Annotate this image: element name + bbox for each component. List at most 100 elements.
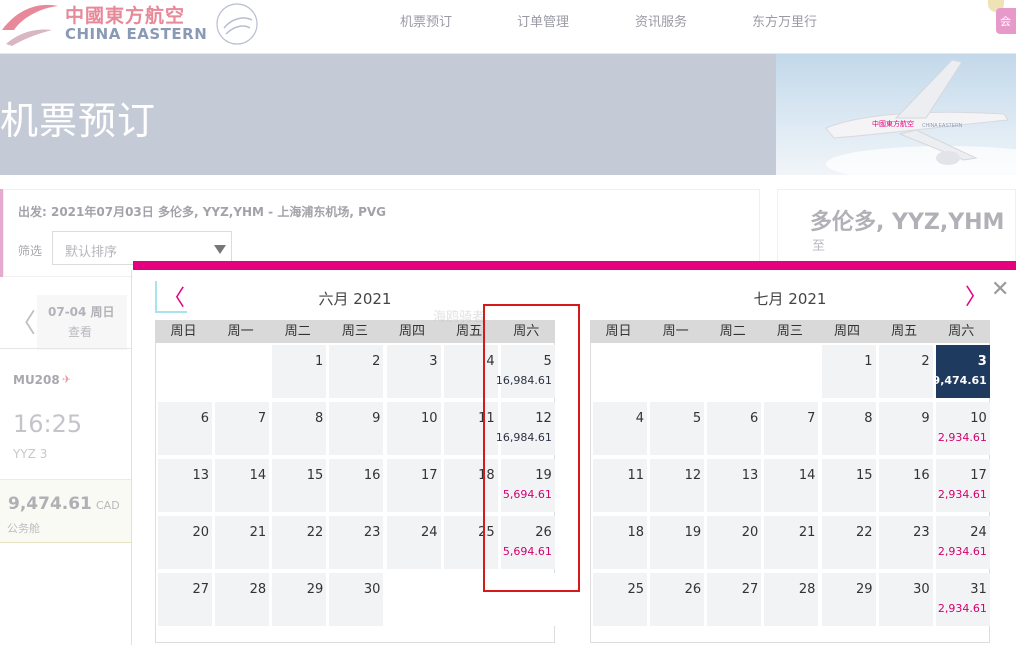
calendar-day-18[interactable]: 18 xyxy=(593,516,647,569)
calendar-day-1[interactable]: 1 xyxy=(272,345,327,398)
day-number: 9 xyxy=(372,411,381,426)
swallow-logo-icon xyxy=(2,4,58,46)
divider xyxy=(0,348,131,349)
calendar-day-6[interactable]: 6 xyxy=(158,402,212,455)
day-grid: 1 2 3 9,474.61 4 5 6 7 8 9 10 2,934.61 11 12 13 14 15 16 1… xyxy=(590,343,990,643)
calendar-day-23[interactable]: 23 xyxy=(329,516,384,569)
day-number: 10 xyxy=(421,411,438,426)
calendar-day-30[interactable]: 30 xyxy=(329,573,384,626)
calendar-day-16[interactable]: 16 xyxy=(329,459,384,512)
calendar-day-29[interactable]: 29 xyxy=(821,573,876,626)
calendar-day-4[interactable]: 4 xyxy=(593,402,647,455)
calendar-day-30[interactable]: 30 xyxy=(878,573,933,626)
day-number: 24 xyxy=(970,525,987,540)
close-icon[interactable]: ✕ xyxy=(991,277,1009,302)
calendar-day-20[interactable]: 20 xyxy=(158,516,212,569)
calendar-day-22[interactable]: 22 xyxy=(821,516,876,569)
calendar-empty-cell xyxy=(215,345,270,398)
calendar-day-17[interactable]: 17 xyxy=(386,459,441,512)
calendar-day-13[interactable]: 13 xyxy=(707,459,762,512)
calendar-day-14[interactable]: 14 xyxy=(215,459,270,512)
day-number: 22 xyxy=(856,525,873,540)
calendar-day-24[interactable]: 24 xyxy=(386,516,441,569)
day-number: 2 xyxy=(372,354,381,369)
calendar-day-21[interactable]: 21 xyxy=(764,516,819,569)
calendar-day-14[interactable]: 14 xyxy=(764,459,819,512)
calendar-day-5[interactable]: 5 xyxy=(650,402,705,455)
calendar-day-8[interactable]: 8 xyxy=(821,402,876,455)
calendar-day-3[interactable]: 3 9,474.61 xyxy=(933,345,990,398)
nav-order-management[interactable]: 订单管理 xyxy=(517,11,569,30)
weekday-label: 周二 xyxy=(719,324,746,339)
main-nav: 机票预订 订单管理 资讯服务 东方万里行 xyxy=(400,11,882,30)
calendar-day-25[interactable]: 25 xyxy=(593,573,647,626)
calendar-day-6[interactable]: 6 xyxy=(707,402,762,455)
calendar-day-8[interactable]: 8 xyxy=(272,402,327,455)
date-tab[interactable]: 07-04 周日 查看 xyxy=(37,295,127,350)
calendar-day-10[interactable]: 10 xyxy=(386,402,441,455)
day-number: 13 xyxy=(192,468,209,483)
to-label: 至 xyxy=(812,239,826,254)
chevron-down-icon xyxy=(214,245,226,254)
calendar-day-31[interactable]: 31 2,934.61 xyxy=(935,573,990,626)
calendar-day-27[interactable]: 27 xyxy=(158,573,212,626)
day-fare: 2,934.61 xyxy=(937,431,987,444)
departure-time: 16:25 xyxy=(13,410,83,438)
day-number: 29 xyxy=(306,582,324,597)
nav-info-services[interactable]: 资讯服务 xyxy=(635,11,687,30)
day-fare: 2,934.61 xyxy=(937,488,987,501)
weekday-label: 周一 xyxy=(227,324,254,339)
calendar-day-15[interactable]: 15 xyxy=(821,459,876,512)
calendar-day-21[interactable]: 21 xyxy=(215,516,270,569)
calendar-empty-cell xyxy=(386,573,441,626)
day-number: 1 xyxy=(314,354,324,369)
calendar-day-9[interactable]: 9 xyxy=(329,402,384,455)
calendar-day-24[interactable]: 24 2,934.61 xyxy=(935,516,990,569)
weekday-header: 周日 周一 周二 周三 周四 周五 周六 xyxy=(590,320,990,343)
sort-select[interactable]: 默认排序 xyxy=(52,231,232,265)
nav-flight-booking[interactable]: 机票预订 xyxy=(400,11,452,30)
calendar-day-26[interactable]: 26 xyxy=(650,573,705,626)
calendar-day-2[interactable]: 2 xyxy=(878,345,933,398)
calendar-day-27[interactable]: 27 xyxy=(707,573,762,626)
calendar-day-7[interactable]: 7 xyxy=(215,402,270,455)
calendar-day-15[interactable]: 15 xyxy=(272,459,327,512)
calendar-day-28[interactable]: 28 xyxy=(215,573,270,626)
calendar-day-10[interactable]: 10 2,934.61 xyxy=(935,402,990,455)
prev-date-arrow-icon[interactable]: 〈 xyxy=(10,303,36,340)
calendar-day-22[interactable]: 22 xyxy=(272,516,327,569)
svg-text:CHINA EASTERN: CHINA EASTERN xyxy=(922,123,963,129)
calendar-day-23[interactable]: 23 xyxy=(878,516,933,569)
calendar-day-7[interactable]: 7 xyxy=(764,402,819,455)
logo-chinese-text: 中國東方航空 xyxy=(65,5,186,27)
day-number: 8 xyxy=(314,411,324,426)
calendar-day-3[interactable]: 3 xyxy=(386,345,441,398)
calendar-day-1[interactable]: 1 xyxy=(821,345,876,398)
fare-price-row[interactable]: 9,474.61 CAD 公务舱 xyxy=(0,479,131,543)
calendar-day-16[interactable]: 16 xyxy=(878,459,933,512)
calendar-day-13[interactable]: 13 xyxy=(158,459,212,512)
china-eastern-logo[interactable]: 中國東方航空 CHINA EASTERN xyxy=(0,0,270,50)
calendar-day-20[interactable]: 20 xyxy=(707,516,762,569)
day-number: 20 xyxy=(192,525,209,540)
day-number: 19 xyxy=(684,525,702,540)
calendar-day-2[interactable]: 2 xyxy=(329,345,384,398)
date-tab-date: 07-04 周日 xyxy=(48,305,115,319)
airline-swallow-icon: ✈ xyxy=(62,373,72,386)
calendar-day-19[interactable]: 19 xyxy=(650,516,705,569)
calendar-day-28[interactable]: 28 xyxy=(764,573,819,626)
member-button[interactable]: 会 xyxy=(996,8,1016,34)
month-title: 七月 2021 xyxy=(753,290,827,308)
origin-city: 多伦多, YYZ,YHM xyxy=(810,210,1005,235)
calendar-day-17[interactable]: 17 2,934.61 xyxy=(935,459,990,512)
day-number: 21 xyxy=(798,525,816,540)
day-number: 23 xyxy=(913,525,930,540)
day-number: 23 xyxy=(363,525,381,540)
calendar-day-29[interactable]: 29 xyxy=(272,573,327,626)
weekday-label: 周四 xyxy=(834,324,861,339)
calendar-day-11[interactable]: 11 xyxy=(593,459,647,512)
nav-eastern-miles[interactable]: 东方万里行 xyxy=(752,11,817,30)
calendar-day-9[interactable]: 9 xyxy=(878,402,933,455)
calendar-empty-cell xyxy=(158,345,212,398)
calendar-day-12[interactable]: 12 xyxy=(650,459,705,512)
